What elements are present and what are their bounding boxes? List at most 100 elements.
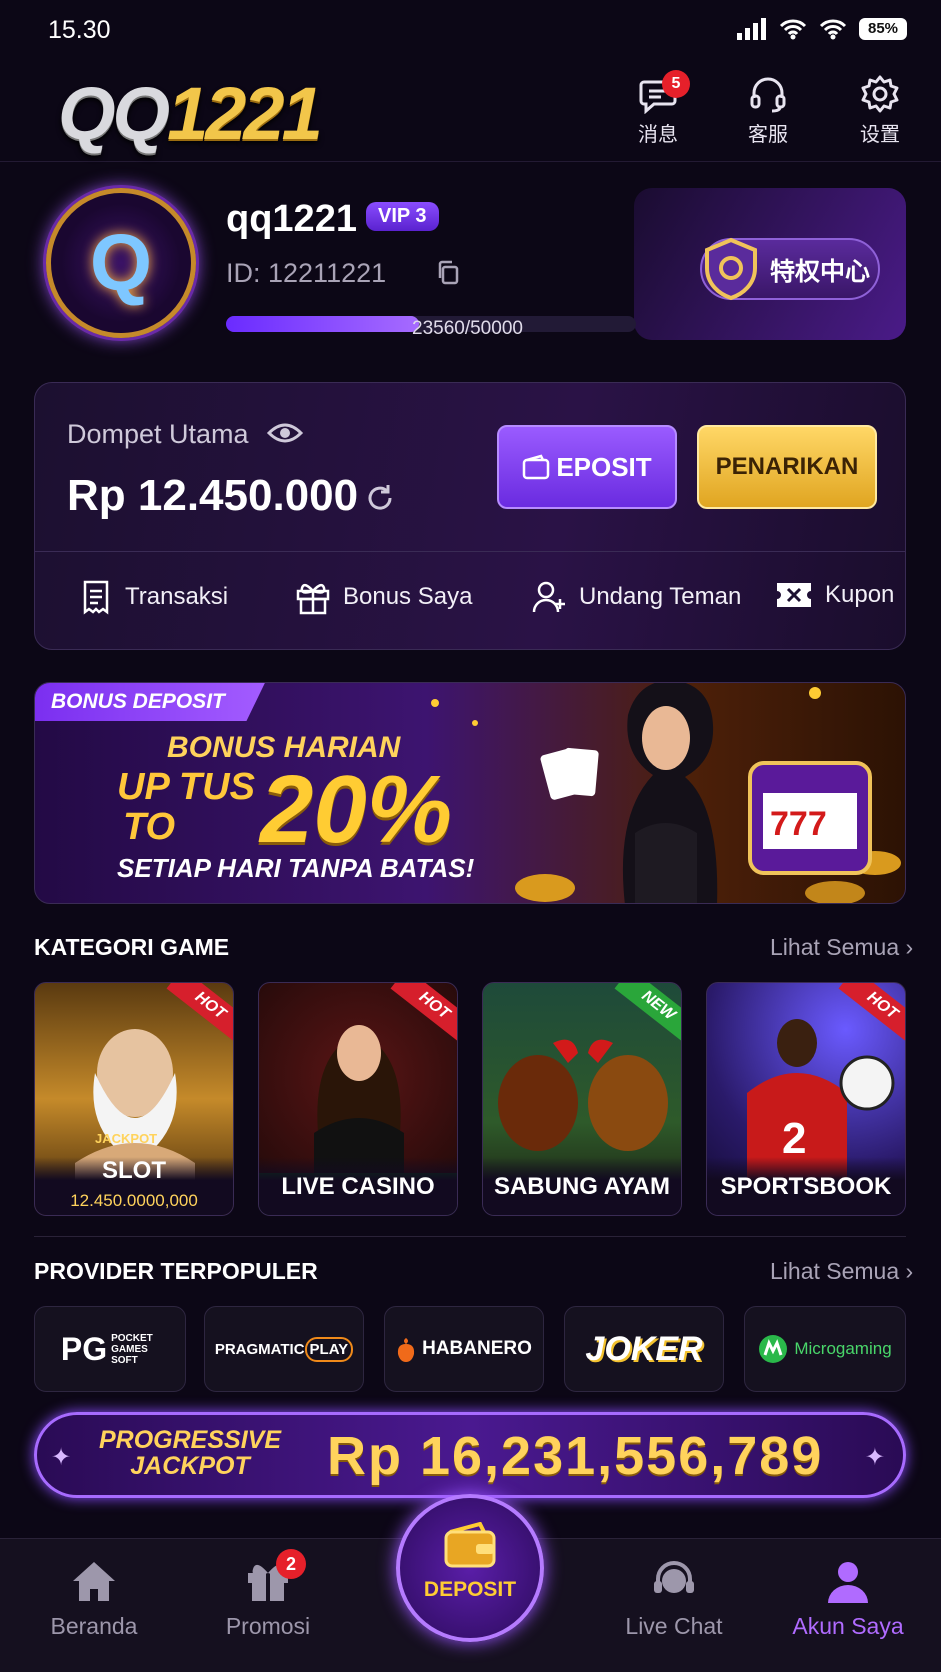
provider-joker[interactable]: JOKER [564,1306,724,1392]
slot-jackpot-amount: 12.450.0000,000 [70,1191,198,1210]
settings-label: 设置 [860,124,900,146]
signal-icon [737,18,766,40]
coupon-button[interactable]: Kupon [775,579,894,611]
provider-pragmatic-play[interactable]: PRAGMATIC PLAY [204,1306,364,1392]
headset-icon [750,77,786,113]
transactions-label: Transaksi [125,583,229,610]
withdraw-button[interactable]: PENARIKAN [697,425,877,509]
shield-icon [705,237,757,301]
promo-count-badge: 2 [276,1549,306,1579]
gift-icon [296,583,330,615]
jackpot-amount: Rp 16,231,556,789 [327,1426,824,1486]
wallet-card: Dompet Utama Rp 12.450.000 EPOSIT PENARI… [34,382,906,650]
microgaming-logo-icon [759,1335,788,1363]
messages-button[interactable]: 消息 5 [618,70,698,147]
nav-my-account-label: Akun Saya [792,1613,904,1639]
progressive-jackpot-banner[interactable]: ✦ PROGRESSIVE JACKPOT Rp 16,231,556,789 ✦ [34,1412,906,1498]
nav-home-label: Beranda [50,1613,138,1639]
banner-tag: BONUS DEPOSIT [35,683,265,721]
messages-count-badge: 5 [662,70,690,98]
wallet-label: Dompet Utama [67,419,249,449]
support-label: 客服 [748,124,788,146]
habanero-logo-icon [398,1338,415,1362]
coupon-label: Kupon [825,581,895,608]
provider-microgaming[interactable]: Microgaming [744,1306,906,1392]
nav-home[interactable]: Beranda [24,1559,164,1640]
game-card-slot[interactable]: JACKPOT SLOT 12.450.0000,000 HOT [34,982,234,1216]
banner-percent: 20% [260,756,453,863]
game-label-live-casino: LIVE CASINO [281,1173,435,1200]
app-header: QQ1221 消息 5 客服 设置 [0,62,941,162]
wallet-balance: Rp 12.450.000 [67,471,359,520]
user-icon [828,1562,868,1603]
provider-see-all-link[interactable]: Lihat Semua › [770,1258,913,1285]
add-user-icon [532,581,565,613]
svg-text:2: 2 [782,1114,806,1163]
svg-text:777: 777 [770,805,827,843]
avatar[interactable]: Q [46,188,196,338]
support-button[interactable]: 客服 [728,74,808,147]
game-card-sportsbook[interactable]: 2 SPORTSBOOK HOT [706,982,906,1216]
headset-icon [654,1561,694,1593]
settings-button[interactable]: 设置 [840,74,920,147]
game-category-title: KATEGORI GAME [34,934,230,960]
promo-banner[interactable]: 777 BONUS DEPOSIT BONUS HARIAN UP TUS TO … [34,682,906,904]
ticket-icon [777,583,811,607]
my-bonus-label: Bonus Saya [343,583,473,610]
nav-my-account[interactable]: Akun Saya [778,1559,918,1640]
home-icon [73,1562,115,1601]
section-divider [34,1236,906,1237]
game-card-live-casino[interactable]: LIVE CASINO HOT [258,982,458,1216]
game-label-sportsbook: SPORTSBOOK [720,1173,892,1200]
vip-badge: VIP 3 [366,202,439,231]
vip-label: VIP 3 [378,205,427,227]
transactions-button[interactable]: Transaksi [79,579,228,615]
privilege-center-label: 特权中心 [770,258,871,286]
copy-icon[interactable] [436,260,460,286]
gear-icon [861,75,899,113]
nav-promo[interactable]: Promosi 2 [198,1549,338,1640]
deposit-label: EPOSIT [556,451,652,482]
invite-friends-label: Undang Teman [579,583,742,610]
game-label-slot: SLOT [102,1157,166,1184]
wifi-icon [779,19,807,40]
provider-habanero[interactable]: HABANERO [384,1306,544,1392]
wifi-icon-2 [819,19,847,40]
game-see-all-link[interactable]: Lihat Semua › [770,934,913,961]
status-icons: 85% [737,18,907,40]
banner-up-to: UP TUS TO [117,766,255,848]
my-bonus-button[interactable]: Bonus Saya [295,579,472,615]
status-bar: 15.30 85% [0,0,941,62]
invite-friends-button[interactable]: Undang Teman [531,579,741,615]
refresh-icon[interactable] [365,483,395,513]
wallet-divider [35,551,905,552]
slot-jackpot-tag: JACKPOT [95,1131,158,1146]
provider-pg-soft[interactable]: PG POCKET GAMES SOFT [34,1306,186,1392]
nav-live-chat[interactable]: Live Chat [604,1559,744,1640]
game-card-sabung-ayam[interactable]: SABUNG AYAM NEW [482,982,682,1216]
nav-deposit-button[interactable]: DEPOSIT [396,1494,544,1642]
status-time: 15.30 [48,16,111,44]
sparkle-right-icon: ✦ [864,1444,885,1471]
banner-subline: SETIAP HARI TANPA BATAS! [117,853,475,883]
deposit-button[interactable]: EPOSIT [497,425,677,509]
withdraw-label: PENARIKAN [715,453,859,480]
sparkle-left-icon: ✦ [51,1444,72,1471]
battery-indicator: 85% [859,18,907,40]
nav-live-chat-label: Live Chat [625,1613,723,1639]
username: qq1221 [226,198,357,240]
receipt-icon [83,580,109,615]
vip-progress-text: 23560/50000 [412,318,523,339]
eye-icon[interactable] [267,421,303,445]
wallet-icon [523,454,550,480]
avatar-emblem: Q [89,218,153,307]
messages-label: 消息 [638,124,678,146]
wallet-icon [444,1522,496,1568]
provider-title: PROVIDER TERPOPULER [34,1258,318,1284]
vip-progress-fill [226,316,420,332]
game-label-sabung-ayam: SABUNG AYAM [493,1173,671,1200]
user-id: ID: 12211221 [226,258,387,288]
nav-deposit-label: DEPOSIT [423,1578,517,1601]
brand-logo[interactable]: QQ1221 [58,74,323,154]
jackpot-label: PROGRESSIVE JACKPOT [99,1426,281,1480]
